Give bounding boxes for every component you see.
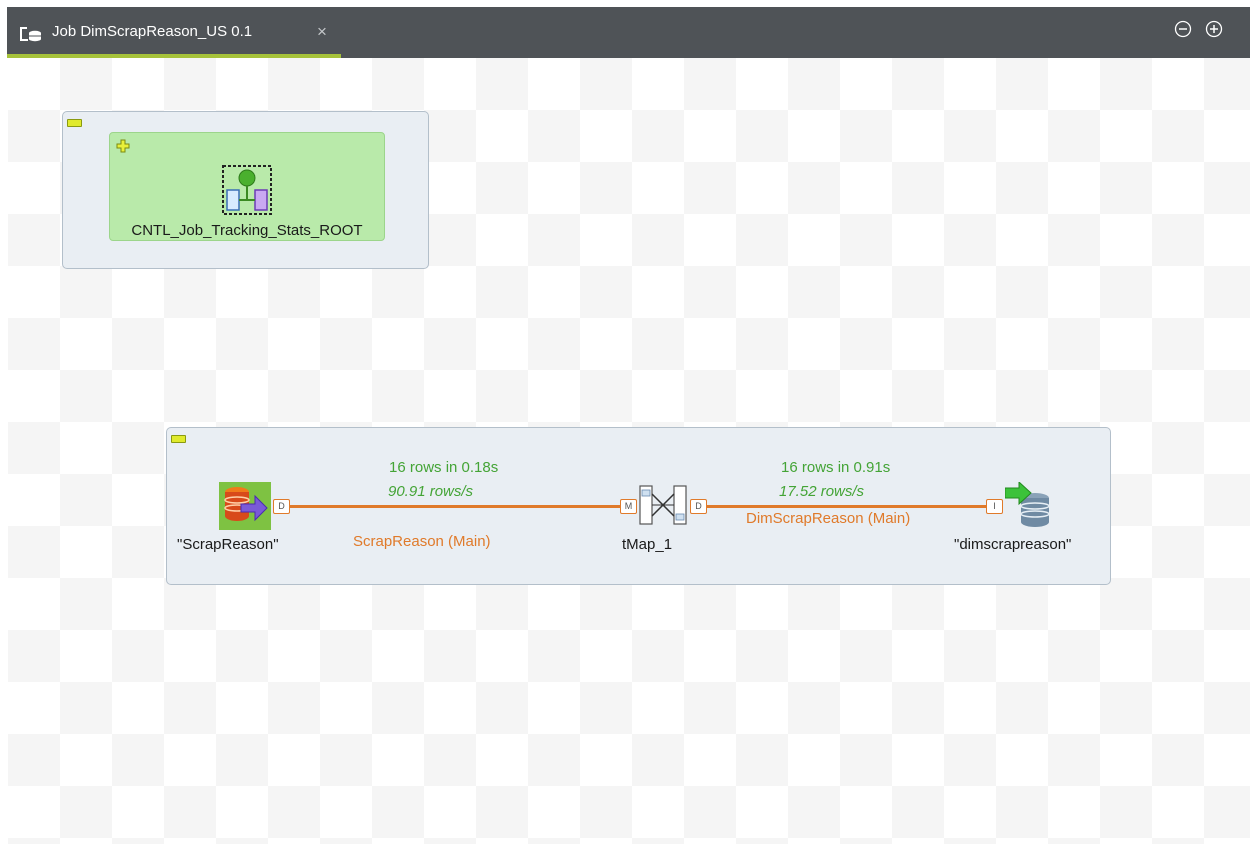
link1-row-rate: 90.91 rows/s [388, 483, 474, 500]
link-dimscrapreason-main[interactable] [706, 505, 986, 508]
link2-label[interactable]: DimScrapReason (Main) [746, 510, 910, 527]
job-design-canvas[interactable]: CNTL_Job_Tracking_Stats_ROOT D "ScrapRea… [8, 58, 1250, 844]
link1-row-stats: 16 rows in 0.18s [389, 459, 499, 476]
db-input-icon[interactable] [219, 482, 271, 530]
component-label-cntl-job-tracking: CNTL_Job_Tracking_Stats_ROOT [131, 222, 363, 239]
tmap-input-port[interactable]: M [620, 499, 637, 514]
tracking-stats-icon[interactable] [222, 165, 272, 215]
zoom-out-icon[interactable] [1174, 20, 1192, 38]
job-design-icon [20, 27, 41, 42]
link-scrapreason-main[interactable] [289, 505, 620, 508]
subjob-collapse-button[interactable] [171, 435, 186, 443]
editor-tab-bar: Job DimScrapReason_US 0.1 × [7, 7, 1250, 58]
subjob-main[interactable]: D "ScrapReason" 16 rows in 0.18s 90.91 r… [166, 427, 1111, 585]
tab-job-dimscrapreason[interactable]: Job DimScrapReason_US 0.1 × [7, 7, 341, 58]
component-label-scrapreason: "ScrapReason" [177, 536, 279, 553]
component-label-dimscrapreason: "dimscrapreason" [954, 536, 1072, 553]
link2-row-rate: 17.52 rows/s [779, 483, 865, 500]
link1-label[interactable]: ScrapReason (Main) [353, 533, 491, 550]
source-output-port[interactable]: D [273, 499, 290, 514]
subjob-collapse-button[interactable] [67, 119, 82, 127]
tab-title: Job DimScrapReason_US 0.1 [52, 23, 253, 40]
component-label-tmap: tMap_1 [622, 536, 673, 553]
target-input-port[interactable]: I [986, 499, 1003, 514]
expand-plus-icon[interactable] [116, 139, 130, 153]
subjob-root-highlight: CNTL_Job_Tracking_Stats_ROOT [109, 132, 385, 241]
top-strip [0, 0, 1250, 7]
db-output-icon[interactable] [1005, 482, 1053, 528]
subjob-root[interactable]: CNTL_Job_Tracking_Stats_ROOT [62, 111, 429, 269]
tab-close-icon[interactable]: × [317, 22, 327, 42]
tmap-output-port[interactable]: D [690, 499, 707, 514]
tmap-icon[interactable] [637, 482, 689, 528]
link2-row-stats: 16 rows in 0.91s [781, 459, 891, 476]
zoom-in-icon[interactable] [1205, 20, 1223, 38]
